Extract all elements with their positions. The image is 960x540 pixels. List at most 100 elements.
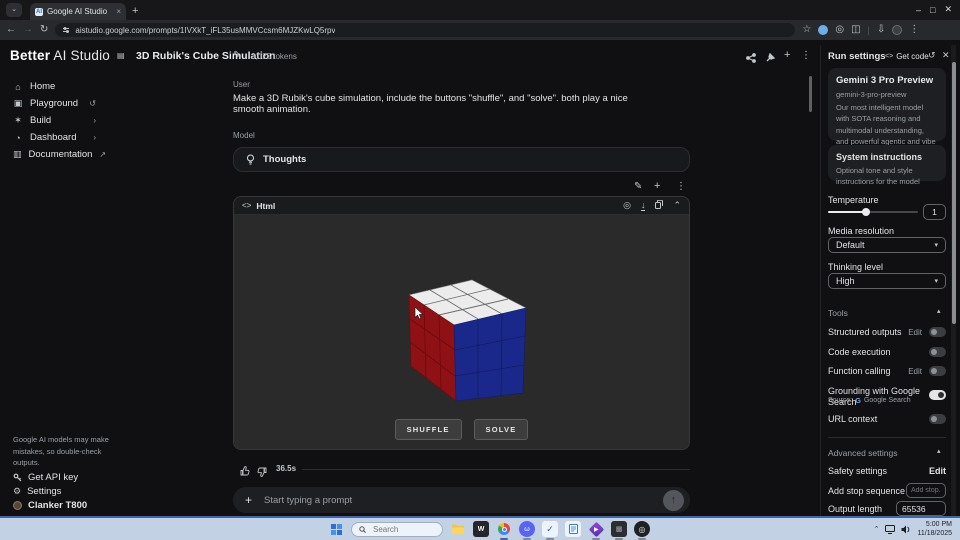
share-icon[interactable] [746,50,756,68]
html-render-area[interactable]: SHUFFLE SOLVE [234,215,689,450]
system-instructions-card[interactable]: System instructions Optional tone and st… [828,145,946,181]
structured-outputs-edit[interactable]: Edit [908,328,922,337]
network-icon[interactable] [885,525,895,534]
thumbs-down-icon[interactable] [257,464,267,482]
extensions-icon[interactable]: ◫ [851,25,860,35]
chrome-icon[interactable] [496,521,512,537]
code-execution-toggle[interactable] [929,347,946,357]
clock[interactable]: 5:00 PM 11/18/2025 [917,520,952,539]
tray-expand-icon[interactable]: ⌃ [874,525,880,533]
sidebar-item-dashboard[interactable]: ◔ Dashboard › [0,129,110,146]
sidebar-item-home[interactable]: ⌂ Home [0,78,110,95]
run-button[interactable]: ↑ [663,490,684,511]
attach-plus-icon[interactable]: + [245,493,252,507]
header-menu-icon[interactable]: ⋮ [801,50,811,61]
chevron-right-icon: › [93,116,96,125]
purple-app-icon[interactable]: ▶ [588,521,604,537]
account-link[interactable]: Clanker T800 [13,498,87,512]
tab-search-menu-icon[interactable]: ⌄ [6,3,22,17]
discord-icon[interactable]: ω [519,521,535,537]
obs-icon[interactable]: ◎ [634,521,650,537]
window-close-icon[interactable]: ✕ [944,4,952,15]
structured-outputs-toggle[interactable] [929,327,946,337]
prompt-input[interactable] [262,494,653,507]
avatar-icon[interactable] [892,25,902,35]
edit-title-icon[interactable]: ✎ [233,50,241,61]
browser-tab[interactable]: AI Google AI Studio × [30,3,126,20]
window-minimize-icon[interactable]: – [916,5,921,15]
notes-app-icon[interactable] [565,521,581,537]
preview-toggle-icon[interactable]: ◎ [623,200,631,211]
window-maximize-icon[interactable]: □ [930,5,935,15]
download-icon[interactable]: ↓ [641,201,646,211]
model-card[interactable]: Gemini 3 Pro Preview gemini-3-pro-previe… [828,68,946,141]
avatar-icon [13,501,22,510]
get-code-link[interactable]: <> Get code [885,52,929,61]
system-tray: ⌃ 5:00 PM 11/18/2025 [874,520,960,539]
profile-badge-icon[interactable] [818,25,828,35]
function-calling-edit[interactable]: Edit [908,367,922,376]
bookmark-star-icon[interactable]: ☆ [802,25,811,35]
run-settings-panel: Run settings <> Get code ↺ ✕ Gemini 3 Pr… [820,45,950,516]
solve-button[interactable]: SOLVE [474,419,529,440]
thoughts-card[interactable]: Thoughts [233,147,690,172]
settings-link[interactable]: ⚙ Settings [13,484,61,498]
rubiks-cube[interactable] [402,273,532,408]
sidebar-item-build[interactable]: ✶ Build › [0,112,110,129]
volume-icon[interactable] [901,525,911,534]
back-icon[interactable]: ← [6,25,16,35]
taskbar-search-input[interactable] [371,524,431,535]
main-scrollbar[interactable] [809,76,812,112]
forward-icon[interactable]: → [23,25,33,35]
copy-icon[interactable] [655,200,663,211]
app-logo[interactable]: Better AI Studio [10,48,110,63]
browser-menu-icon[interactable]: ⋮ [909,25,919,35]
sidebar-item-playground[interactable]: ▣ Playground ↺ [0,95,110,112]
url-context-toggle[interactable] [929,414,946,424]
tab-close-icon[interactable]: × [116,7,121,16]
target-icon[interactable]: ◎ [835,25,844,35]
pin-icon[interactable] [765,50,775,68]
site-info-icon[interactable] [62,26,70,34]
address-bar[interactable]: aistudio.google.com/prompts/1IVXkT_iFL35… [55,23,795,37]
close-panel-icon[interactable]: ✕ [942,50,950,61]
taskbar: W ω ✓ ▶ ▩ ◎ ⌃ 5:00 PM 11/18/2025 [0,518,960,540]
user-label: User [233,80,250,89]
lightbulb-icon [246,154,255,165]
safety-settings-edit[interactable]: Edit [929,466,946,476]
prompt-input-bar[interactable]: + ↑ [233,487,690,513]
add-icon[interactable]: + [784,49,790,61]
reload-icon[interactable]: ↻ [40,25,48,35]
downloads-icon[interactable]: ⇩ [877,25,885,35]
build-icon: ✶ [13,115,23,126]
dark-app-icon[interactable]: ▩ [611,521,627,537]
add-to-prompt-icon[interactable]: + [654,180,660,192]
file-explorer-icon[interactable] [450,521,466,537]
edit-response-icon[interactable]: ✎ [634,181,642,192]
panel-scrollbar-thumb[interactable] [952,62,956,324]
thumbs-up-icon[interactable] [240,463,250,481]
tool-row-structured-outputs: Structured outputs Edit [828,327,946,337]
reset-settings-icon[interactable]: ↺ [928,50,936,61]
todo-check-icon[interactable]: ✓ [542,521,558,537]
thinking-level-select[interactable]: High ▾ [828,273,946,289]
function-calling-toggle[interactable] [929,366,946,376]
output-length-input[interactable]: 65536 [896,501,946,516]
collapse-tools-icon[interactable]: ▴ [937,307,941,315]
media-resolution-select[interactable]: Default ▾ [828,237,946,253]
new-tab-button[interactable]: + [132,5,138,17]
response-menu-icon[interactable]: ⋮ [676,181,686,192]
grounding-toggle[interactable] [929,390,946,400]
start-button[interactable] [328,521,344,537]
w-app-icon[interactable]: W [473,521,489,537]
get-api-key-link[interactable]: Get API key [13,470,78,484]
temperature-value[interactable]: 1 [923,204,946,220]
stop-sequence-input[interactable] [906,483,946,498]
shuffle-button[interactable]: SHUFFLE [395,419,462,440]
history-icon[interactable]: ↺ [89,99,96,108]
collapse-advanced-icon[interactable]: ▴ [937,447,941,455]
collapse-icon[interactable]: ⌃ [673,200,681,211]
sidebar-item-documentation[interactable]: ▥ Documentation ↗ [0,146,110,163]
temperature-slider-thumb[interactable] [862,208,870,216]
taskbar-search[interactable] [351,522,443,537]
